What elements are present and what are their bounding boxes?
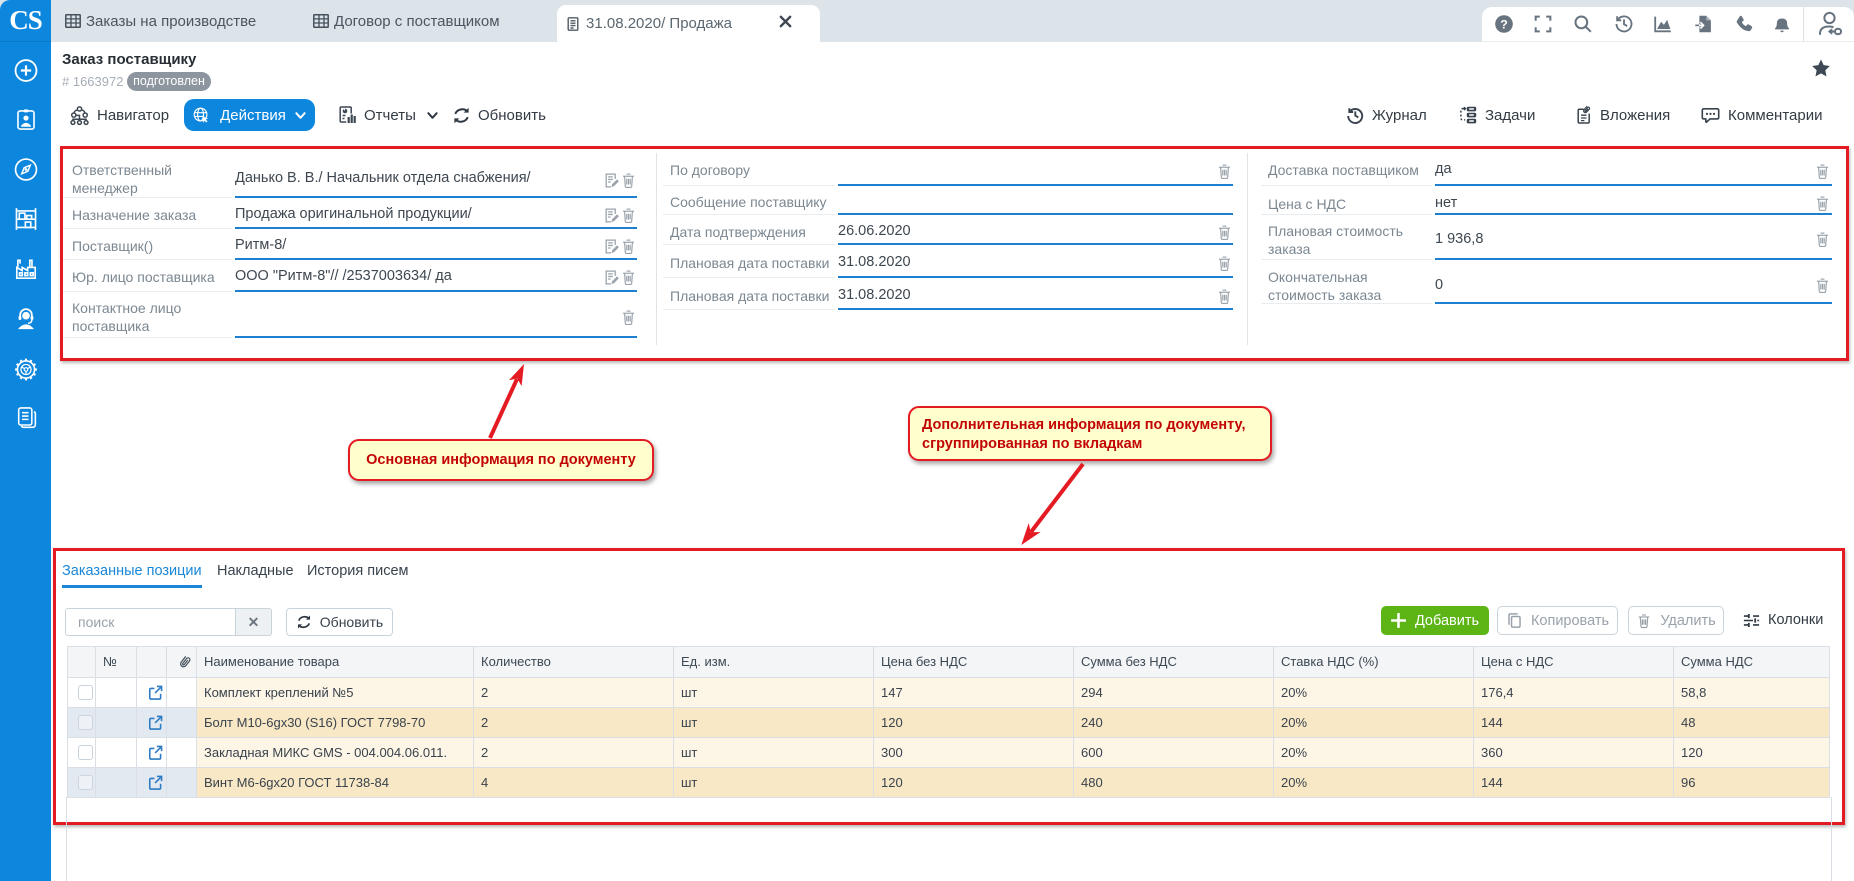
svg-text:?: ? bbox=[1500, 17, 1508, 31]
